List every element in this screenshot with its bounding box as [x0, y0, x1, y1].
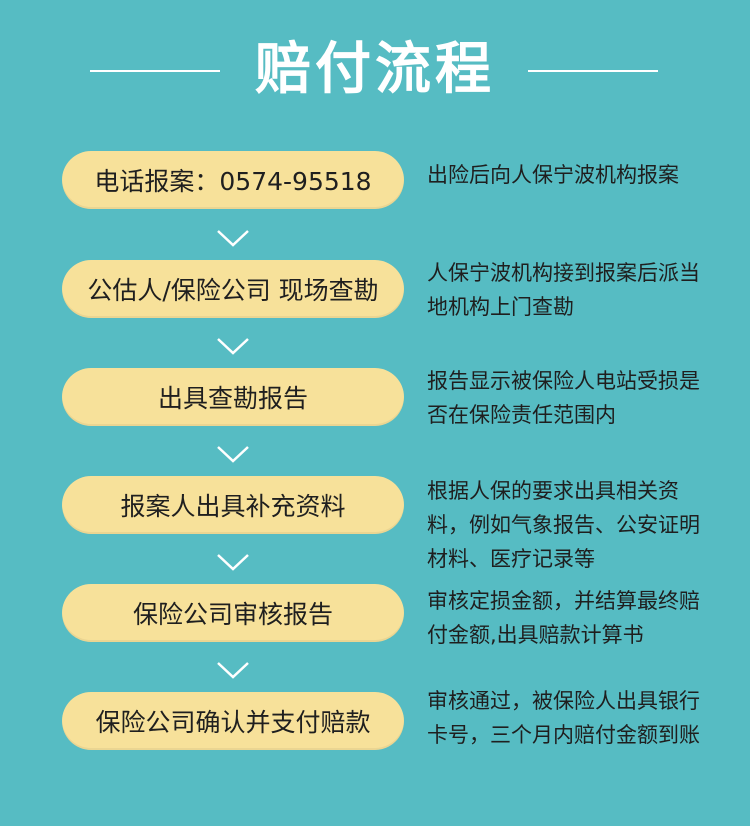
- chevron-down-icon: [217, 230, 249, 247]
- step-6-description: 审核通过，被保险人出具银行卡号，三个月内赔付金额到账: [427, 689, 700, 747]
- step-4-pill: 报案人出具补充资料: [62, 476, 404, 534]
- step-5-pill: 保险公司审核报告: [62, 584, 404, 642]
- step-6-label: 保险公司确认并支付赔款: [95, 708, 371, 737]
- header: 赔付流程: [0, 0, 750, 140]
- step-5-description: 审核定损金额，并结算最终赔付金额,出具赔款计算书: [427, 589, 700, 647]
- step-4-description: 根据人保的要求出具相关资料，例如气象报告、公安证明材料、医疗记录等: [427, 479, 700, 571]
- title-divider-right: [528, 70, 658, 72]
- chevron-down-icon: [217, 338, 249, 355]
- step-3-pill: 出具查勘报告: [62, 368, 404, 426]
- step-1-description: 出险后向人保宁波机构报案: [427, 163, 679, 187]
- step-3-description: 报告显示被保险人电站受损是否在保险责任范围内: [427, 369, 700, 427]
- chevron-down-icon: [217, 662, 249, 679]
- chevron-down-icon: [217, 446, 249, 463]
- step-2-description: 人保宁波机构接到报案后派当地机构上门查勘: [427, 261, 700, 319]
- step-2-pill: 公估人/保险公司 现场查勘: [62, 260, 404, 318]
- step-1-pill: 电话报案：0574-95518: [62, 151, 404, 209]
- step-1-label: 电话报案：0574-95518: [94, 167, 372, 196]
- step-2-label: 公估人/保险公司 现场查勘: [87, 276, 379, 305]
- chevron-down-icon: [217, 554, 249, 571]
- step-4-label: 报案人出具补充资料: [120, 492, 346, 521]
- step-3-label: 出具查勘报告: [157, 384, 308, 413]
- step-5-label: 保险公司审核报告: [132, 600, 333, 629]
- step-6-pill: 保险公司确认并支付赔款: [62, 692, 404, 750]
